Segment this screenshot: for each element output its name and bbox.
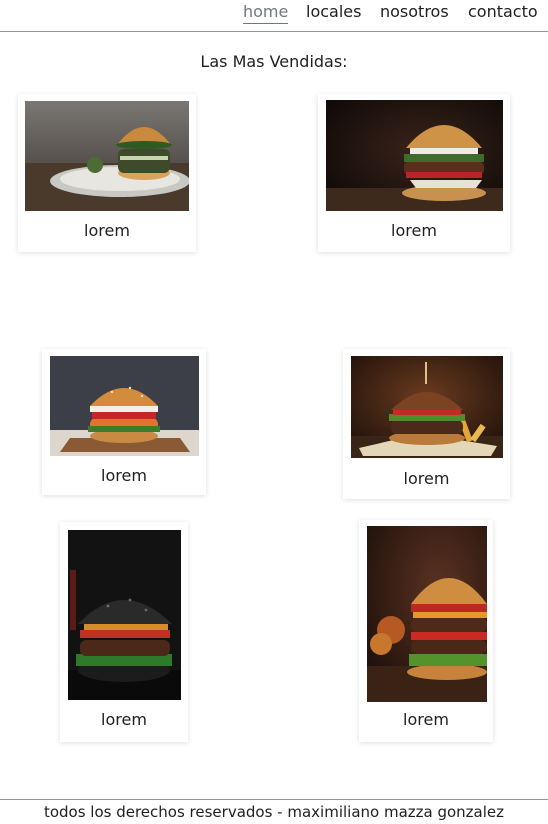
burger-photo-crispy[interactable] xyxy=(50,356,199,456)
product-caption: lorem xyxy=(101,466,147,485)
product-caption: lorem xyxy=(101,710,147,729)
nav-link-nosotros[interactable]: nosotros xyxy=(380,2,449,22)
product-card[interactable]: lorem xyxy=(359,520,493,742)
product-card[interactable]: lorem xyxy=(42,349,206,495)
burger-photo-plate[interactable] xyxy=(25,101,189,211)
burger-photo-double[interactable] xyxy=(367,526,487,702)
product-caption: lorem xyxy=(403,710,449,729)
nav-link-contacto[interactable]: contacto xyxy=(468,2,538,22)
nav-link-home[interactable]: home xyxy=(243,2,289,24)
product-caption: lorem xyxy=(403,469,450,488)
footer: todos los derechos reservados - maximili… xyxy=(0,799,548,824)
nav-link-locales[interactable]: locales xyxy=(306,2,361,22)
burger-photo-fries[interactable] xyxy=(351,356,503,458)
section-title: Las Mas Vendidas: xyxy=(200,52,348,71)
product-caption: lorem xyxy=(391,221,437,240)
footer-text: todos los derechos reservados - maximili… xyxy=(43,803,505,821)
burger-photo-black-bun[interactable] xyxy=(68,530,181,700)
product-card[interactable]: lorem xyxy=(343,349,510,499)
product-card[interactable]: lorem xyxy=(18,94,196,252)
product-card[interactable]: lorem xyxy=(60,522,188,742)
burger-photo-dark[interactable] xyxy=(326,100,503,211)
top-nav: home locales nosotros contacto xyxy=(0,0,548,32)
page: home locales nosotros contacto Las Mas V… xyxy=(0,0,548,824)
product-card[interactable]: lorem xyxy=(318,94,510,252)
product-caption: lorem xyxy=(84,221,130,240)
